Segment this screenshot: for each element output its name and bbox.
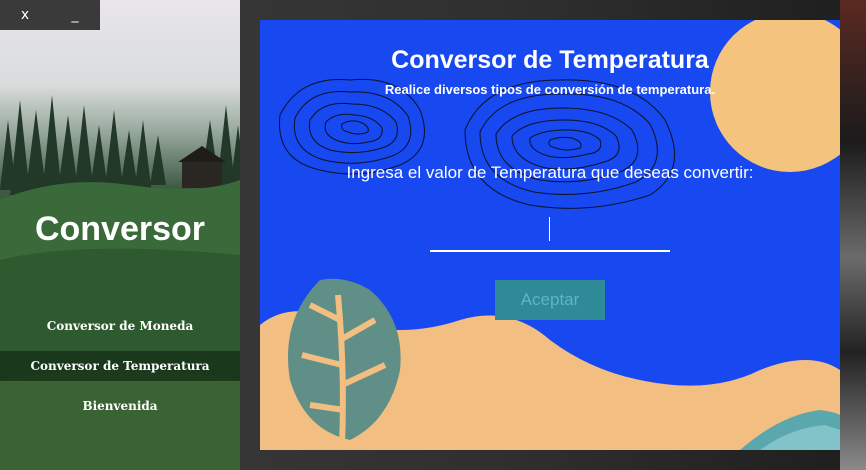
input-prompt: Ingresa el valor de Temperatura que dese… — [346, 163, 754, 182]
nav-bienvenida[interactable]: Bienvenida — [0, 391, 240, 421]
accept-button[interactable]: Aceptar — [495, 280, 605, 320]
page-subtitle: Realice diversos tipos de conversión de … — [384, 82, 716, 97]
nav-conversor-moneda[interactable]: Conversor de Moneda — [0, 311, 240, 341]
nav-conversor-temperatura[interactable]: Conversor de Temperatura — [0, 351, 240, 381]
minimize-button[interactable]: _ — [50, 0, 100, 30]
main-panel: Conversor de Temperatura Realice diverso… — [260, 20, 840, 450]
app-title: Conversor — [34, 210, 206, 248]
window-controls: x _ — [0, 0, 100, 30]
background-image-strip — [840, 0, 866, 470]
sidebar: x _ Conversor Conversor de Moneda Conver… — [0, 0, 240, 470]
close-button[interactable]: x — [0, 0, 50, 30]
temperature-input[interactable] — [430, 214, 670, 252]
text-caret — [549, 217, 550, 241]
page-title: Conversor de Temperatura — [391, 46, 709, 74]
